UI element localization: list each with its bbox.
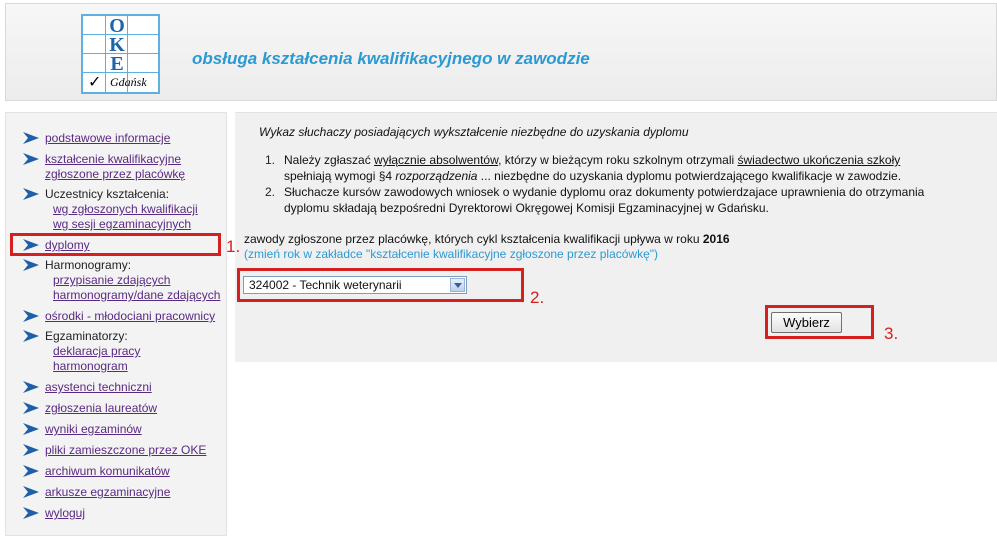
sidebar-link[interactable]: arkusze egzaminacyjne: [45, 485, 170, 500]
oke-logo: O K E ✓ Gdańsk: [81, 14, 160, 94]
sidebar-sublink[interactable]: harmonogramy/dane zdających: [53, 288, 220, 303]
header: O K E ✓ Gdańsk obsługa kształcenia kwali…: [5, 3, 997, 101]
arrow-icon: [23, 444, 39, 456]
page-title: obsługa kształcenia kwalifikacyjnego w z…: [192, 49, 590, 68]
info-number: 2.: [265, 185, 276, 199]
sidebar-link[interactable]: podstawowe informacje: [45, 131, 170, 146]
info-line: dyplomu składają bezpośredni Dyrektorowi…: [284, 201, 769, 215]
arrow-icon: [23, 132, 39, 144]
arrow-icon: [23, 188, 39, 200]
annotation-number-2: 2.: [530, 288, 545, 307]
check-icon: ✓: [88, 74, 102, 91]
info-line: Słuchacze kursów zawodowych wniosek o wy…: [284, 185, 925, 199]
sidebar-sublink[interactable]: deklaracja pracy: [53, 344, 140, 359]
arrow-icon: [23, 310, 39, 322]
change-year-hint: (zmień rok w zakładce "kształcenie kwali…: [244, 247, 659, 261]
info-line: spełniają wymogi §4 rozporządzenia ... n…: [284, 169, 902, 183]
arrow-icon: [23, 465, 39, 477]
annotation-box-3: [765, 305, 874, 339]
logo-letter: E: [110, 53, 124, 75]
sidebar-link[interactable]: ośrodki - młodociani pracownicy: [45, 309, 215, 324]
arrow-icon: [23, 330, 39, 342]
year-text: zawody zgłoszone przez placówkę, których…: [244, 232, 700, 246]
annotation-number-1: 1.: [226, 237, 241, 256]
sidebar-link[interactable]: pliki zamieszczone przez OKE: [45, 443, 206, 458]
year-line: zawody zgłoszone przez placówkę, których…: [244, 232, 730, 246]
arrow-icon: [23, 153, 39, 165]
arrow-icon: [23, 507, 39, 519]
sidebar-link[interactable]: asystenci techniczni: [45, 380, 152, 395]
arrow-icon: [23, 402, 39, 414]
main-panel: Wykaz słuchaczy posiadających wykształce…: [235, 112, 997, 362]
year-value: 2016: [702, 232, 730, 246]
info-line: Należy zgłaszać wyłącznie absolwentów, k…: [284, 153, 901, 167]
arrow-icon: [23, 423, 39, 435]
annotation-box-2: [237, 268, 524, 302]
sidebar-section-label: Harmonogramy:: [45, 258, 132, 272]
sidebar-link[interactable]: archiwum komunikatów: [45, 464, 170, 479]
annotation-number-3: 3.: [884, 324, 899, 343]
sidebar-link[interactable]: wyniki egzaminów: [45, 422, 142, 437]
info-number: 1.: [265, 153, 276, 167]
sidebar-sublink[interactable]: harmonogram: [53, 359, 128, 374]
emphasis-text: wyłącznie absolwentów: [374, 153, 499, 167]
sidebar-sublink[interactable]: przypisanie zdających: [53, 273, 170, 288]
emphasis-text: rozporządzenia: [395, 169, 478, 183]
sidebar-link[interactable]: wyloguj: [45, 506, 85, 521]
sidebar-link[interactable]: zgłoszone przez placówkę: [45, 167, 185, 182]
logo-city: Gdańsk: [110, 75, 147, 89]
arrow-icon: [23, 486, 39, 498]
sidebar-sublink[interactable]: wg zgłoszonych kwalifikacji: [53, 202, 198, 217]
annotation-box-1: [10, 233, 221, 256]
list-title: Wykaz słuchaczy posiadających wykształce…: [259, 125, 689, 139]
sidebar-link[interactable]: kształcenie kwalifikacyjne: [45, 152, 181, 167]
sidebar-link[interactable]: zgłoszenia laureatów: [45, 401, 157, 416]
arrow-icon: [23, 381, 39, 393]
emphasis-text: świadectwo ukończenia szkoły: [737, 153, 901, 167]
sidebar-section-label: Egzaminatorzy:: [45, 329, 128, 343]
sidebar-sublink[interactable]: wg sesji egzaminacyjnych: [53, 217, 191, 232]
sidebar: podstawowe informacje kształcenie kwalif…: [5, 112, 227, 536]
arrow-icon: [23, 259, 39, 271]
sidebar-section-label: Uczestnicy kształcenia:: [45, 187, 170, 201]
